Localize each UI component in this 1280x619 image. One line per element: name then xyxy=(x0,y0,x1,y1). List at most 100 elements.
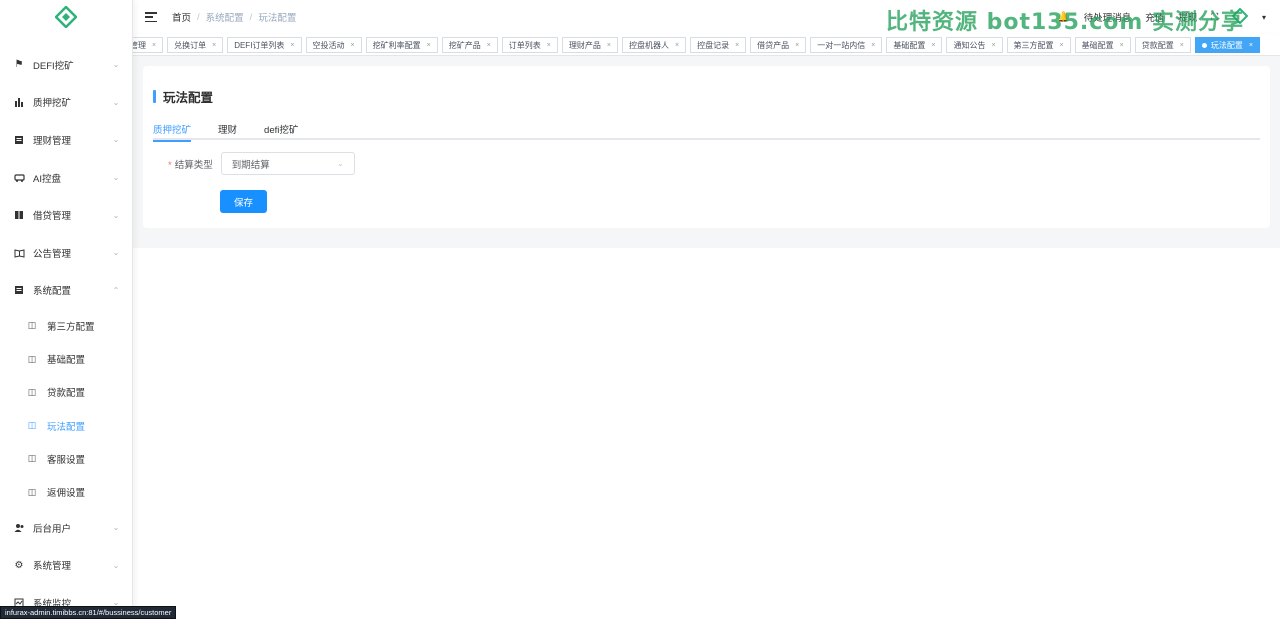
sidebar-item-system-config[interactable]: 系统配置 ⌃ xyxy=(0,272,132,310)
tag[interactable]: 兑换订单 × xyxy=(167,37,224,53)
title-accent-bar xyxy=(153,90,156,103)
breadcrumb-home[interactable]: 首页 xyxy=(172,10,191,24)
close-icon[interactable]: × xyxy=(991,42,995,49)
chevron-down-icon: ⌄ xyxy=(112,97,120,107)
close-icon[interactable]: × xyxy=(152,42,156,49)
sidebar-item-ai-control[interactable]: AI控盘 ⌄ xyxy=(0,159,132,197)
close-icon[interactable]: × xyxy=(427,42,431,49)
sidebar-item-notice-management[interactable]: 公告管理 ⌄ xyxy=(0,234,132,272)
settle-type-label: * 结算类型 xyxy=(168,157,213,171)
sidebar-item-label: 系统管理 xyxy=(33,561,72,573)
active-dot-icon xyxy=(1201,42,1207,48)
bell-icon[interactable]: 🔔 xyxy=(1057,12,1069,23)
sidebar-subitem-third-party-config[interactable]: ◫ 第三方配置 xyxy=(0,309,132,342)
tag[interactable]: 管理 × xyxy=(133,37,164,53)
close-icon[interactable]: × xyxy=(735,42,739,49)
tag[interactable]: 空投活动 × xyxy=(305,37,362,53)
sidebar-item-admin-users[interactable]: 后台用户 ⌄ xyxy=(0,509,132,547)
sidebar-subitem-label: 基础配置 xyxy=(47,355,86,367)
settle-type-label-text: 结算类型 xyxy=(174,159,213,171)
sidebar-item-label: 质押挖矿 xyxy=(33,98,72,110)
tag[interactable]: 一对一站内信 × xyxy=(810,37,883,53)
close-icon[interactable]: × xyxy=(1180,42,1184,49)
breadcrumb: 首页 / 系统配置 / 玩法配置 xyxy=(172,10,296,25)
sidebar-subitem-label: 返佣设置 xyxy=(47,488,86,500)
chevron-down-icon: ⌄ xyxy=(337,159,344,168)
close-icon[interactable]: × xyxy=(795,42,799,49)
tag[interactable]: 第三方配置 × xyxy=(1006,37,1071,53)
sidebar-subitem-gameplay-config[interactable]: ◫ 玩法配置 xyxy=(0,409,132,442)
tag-label: 理财产品 xyxy=(568,40,601,50)
chevron-up-icon: ⌃ xyxy=(112,285,120,295)
tag[interactable]: 控盘记录 × xyxy=(690,37,747,53)
tag[interactable]: 借贷产品 × xyxy=(750,37,807,53)
chevron-down-icon: ⌄ xyxy=(112,135,120,145)
tag-label: 玩法配置 xyxy=(1210,40,1243,50)
close-icon[interactable]: × xyxy=(1060,42,1064,49)
save-button[interactable]: 保存 xyxy=(220,190,267,213)
tag-label: 管理 xyxy=(133,40,146,50)
worker-icon: ⚑ xyxy=(14,59,24,71)
fullscreen-icon[interactable]: ⛶ xyxy=(1211,12,1218,23)
tag-label: 基础配置 xyxy=(893,40,926,50)
doc-small-icon: ◫ xyxy=(27,320,37,331)
close-icon[interactable]: × xyxy=(1120,42,1124,49)
tab-staking-mining[interactable]: 质押挖矿 xyxy=(153,118,192,142)
tag[interactable]: 贷款配置 × xyxy=(1134,37,1191,53)
close-icon[interactable]: × xyxy=(675,42,679,49)
close-icon[interactable]: × xyxy=(547,42,551,49)
pending-messages-link[interactable]: 待处理消息 xyxy=(1084,10,1132,24)
document-icon xyxy=(13,134,25,146)
tag[interactable]: DEFI订单列表 × xyxy=(227,37,302,53)
sidebar-item-wealth-management[interactable]: 理财管理 ⌄ xyxy=(0,121,132,159)
doc-small-icon: ◫ xyxy=(27,420,37,431)
close-icon[interactable]: × xyxy=(1249,42,1253,49)
tag[interactable]: 理财产品 × xyxy=(561,37,618,53)
sidebar-subitem-loan-config[interactable]: ◫ 贷款配置 xyxy=(0,376,132,409)
sidebar-subitem-customer-service[interactable]: ◫ 客服设置 xyxy=(0,442,132,475)
tag-label: 挖矿产品 xyxy=(448,40,481,50)
hamburger-icon[interactable] xyxy=(145,12,157,22)
chevron-down-icon: ⌄ xyxy=(112,523,120,533)
tag[interactable]: 通知公告 × xyxy=(946,37,1003,53)
close-icon[interactable]: × xyxy=(290,42,294,49)
tag[interactable]: 订单列表 × xyxy=(501,37,558,53)
tag[interactable]: 基础配置 × xyxy=(886,37,943,53)
sidebar-item-label: DEFI挖矿 xyxy=(33,60,74,72)
breadcrumb-separator: / xyxy=(249,11,253,23)
tag-label: 第三方配置 xyxy=(1013,40,1054,50)
doc-small-icon: ◫ xyxy=(27,353,37,364)
sidebar-subitem-rebate-settings[interactable]: ◫ 返佣设置 xyxy=(0,476,132,509)
avatar[interactable] xyxy=(1231,7,1249,27)
chevron-down-icon: ⌄ xyxy=(112,210,120,220)
close-icon[interactable]: × xyxy=(487,42,491,49)
sidebar-subitem-basic-config[interactable]: ◫ 基础配置 xyxy=(0,342,132,375)
tag-label: 通知公告 xyxy=(953,40,986,50)
top-header: 首页 / 系统配置 / 玩法配置 🔔 待处理消息 充值 提现 ⛶ ▾ 比特资源 … xyxy=(133,0,1280,35)
tab-wealth[interactable]: 理财 xyxy=(218,118,237,140)
tag[interactable]: 挖矿产品 × xyxy=(441,37,498,53)
withdraw-link[interactable]: 提现 xyxy=(1178,10,1197,24)
sidebar-item-label: AI控盘 xyxy=(33,173,61,185)
tag-active[interactable]: 玩法配置 × xyxy=(1194,37,1260,53)
settle-type-select[interactable]: 到期结算 ⌄ xyxy=(220,152,355,175)
tag[interactable]: 挖矿利率配置 × xyxy=(365,37,438,53)
close-icon[interactable]: × xyxy=(212,42,216,49)
close-icon[interactable]: × xyxy=(931,42,935,49)
system-config-submenu: ◫ 第三方配置 ◫ 基础配置 ◫ 贷款配置 ◫ 玩法配置 ◫ 客服设置 ◫ 返佣… xyxy=(0,309,132,509)
sidebar-item-loan-management[interactable]: 借贷管理 ⌄ xyxy=(0,196,132,234)
sidebar-item-system-management[interactable]: ⚙ 系统管理 ⌄ xyxy=(0,547,132,585)
sidebar-item-staking-mining[interactable]: 质押挖矿 ⌄ xyxy=(0,84,132,122)
sidebar-item-defi-mining[interactable]: ⚑ DEFI挖矿 ⌄ xyxy=(0,46,132,84)
recharge-link[interactable]: 充值 xyxy=(1145,10,1164,24)
tab-defi-mining[interactable]: defi挖矿 xyxy=(264,118,298,140)
chevron-down-icon[interactable]: ▾ xyxy=(1262,13,1266,22)
close-icon[interactable]: × xyxy=(351,42,355,49)
close-icon[interactable]: × xyxy=(871,42,875,49)
app-logo[interactable] xyxy=(0,0,132,34)
tag[interactable]: 控盘机器人 × xyxy=(621,37,687,53)
sidebar-subitem-label: 贷款配置 xyxy=(47,388,86,400)
tag-label: 挖矿利率配置 xyxy=(372,40,421,50)
tag[interactable]: 基础配置 × xyxy=(1074,37,1131,53)
close-icon[interactable]: × xyxy=(607,42,611,49)
